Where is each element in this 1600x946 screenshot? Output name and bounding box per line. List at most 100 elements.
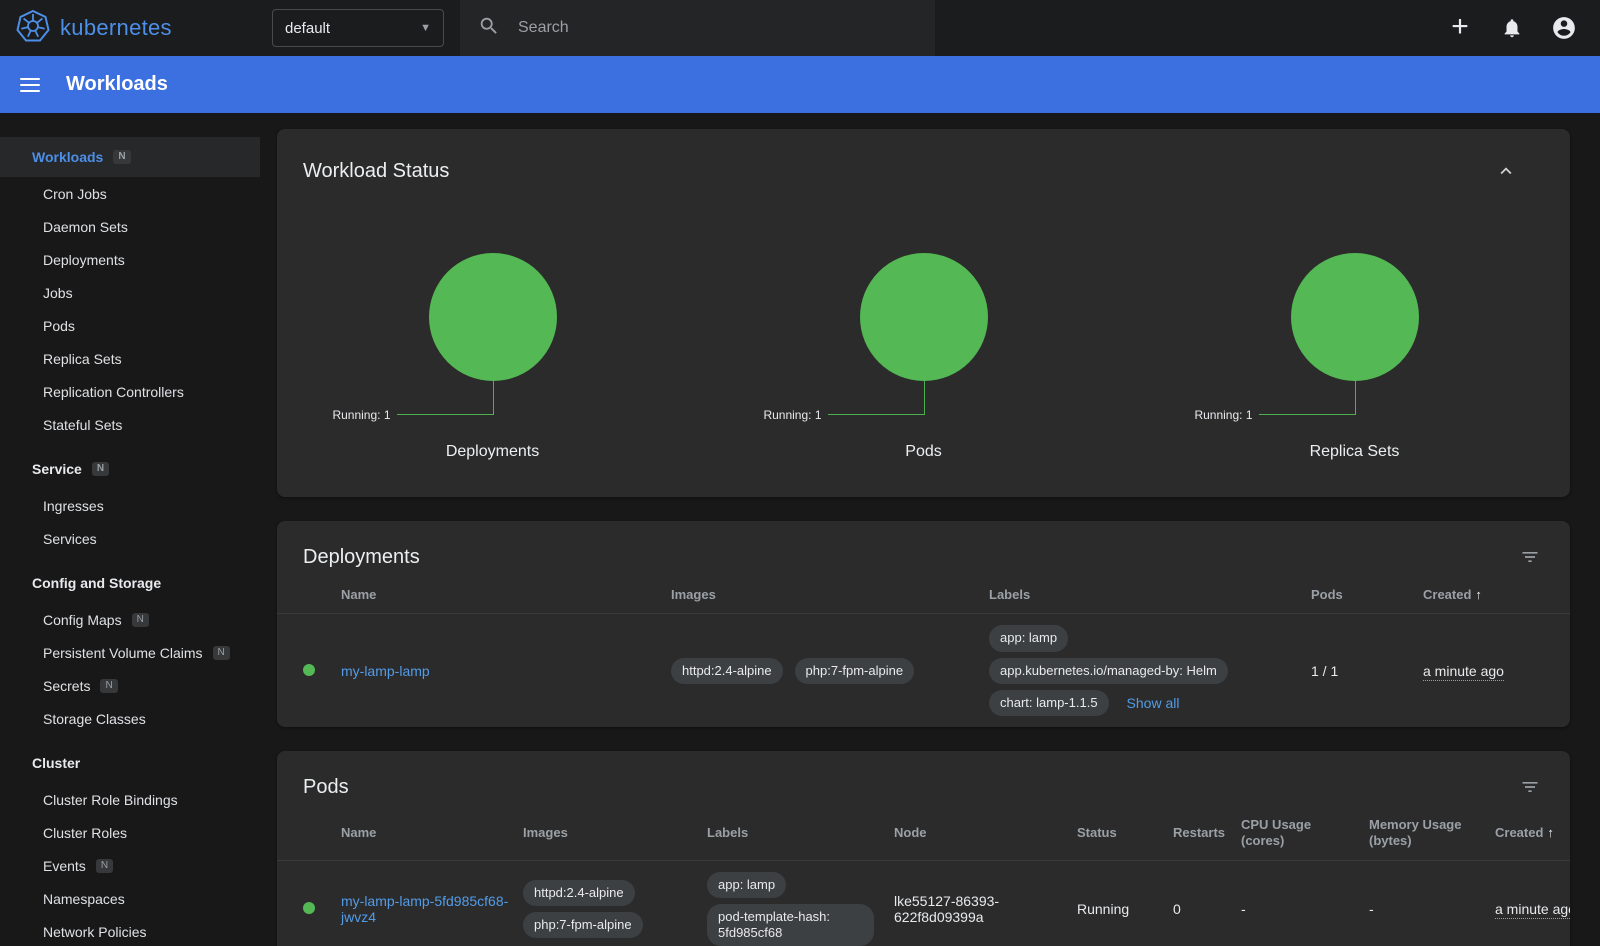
column-header-memory[interactable]: Memory Usage (bytes) — [1369, 817, 1495, 850]
filter-button[interactable] — [1510, 767, 1550, 807]
deployments-title: Deployments — [303, 546, 420, 569]
create-resource-button[interactable]: + — [1440, 8, 1480, 48]
column-header-node[interactable]: Node — [894, 825, 1077, 841]
chart-legend: Running: 1 — [763, 408, 821, 422]
running-pie-slice — [429, 253, 557, 381]
namespace-selected-value: default — [285, 20, 330, 37]
sidebar-item-namespaces[interactable]: Namespaces — [0, 882, 260, 915]
sidebar-item-deployments[interactable]: Deployments — [0, 243, 260, 276]
page-toolbar: Workloads — [0, 56, 1600, 113]
sidebar-item-cluster-role-bindings[interactable]: Cluster Role Bindings — [0, 783, 260, 816]
image-chip: php:7-fpm-alpine — [523, 912, 643, 938]
restarts-count: 0 — [1173, 901, 1241, 917]
column-header-name[interactable]: Name — [341, 587, 671, 603]
column-header-name[interactable]: Name — [341, 825, 523, 841]
legend-connector-line — [828, 414, 924, 415]
new-badge: N — [100, 679, 117, 693]
deployments-table-header: Name Images Labels Pods Created ↑ — [277, 587, 1570, 614]
images-cell: httpd:2.4-alpine php:7-fpm-alpine — [671, 655, 989, 687]
table-row: my-lamp-lamp-5fd985cf68-jwvz4 httpd:2.4-… — [277, 861, 1570, 946]
search-icon — [478, 15, 500, 42]
image-chip: httpd:2.4-alpine — [671, 658, 783, 684]
deployments-card: Deployments Name Images Labels Pods Crea… — [277, 521, 1570, 727]
column-header-images[interactable]: Images — [523, 825, 707, 841]
sidebar-nav: Workloads N Cron Jobs Daemon Sets Deploy… — [0, 113, 260, 946]
sidebar-item-replication-controllers[interactable]: Replication Controllers — [0, 375, 260, 408]
new-badge: N — [113, 150, 130, 164]
label-chip: app: lamp — [989, 625, 1068, 651]
sidebar-item-service[interactable]: Service N — [0, 449, 260, 489]
column-header-images[interactable]: Images — [671, 587, 989, 603]
user-account-button[interactable] — [1544, 8, 1584, 48]
sidebar-item-cron-jobs[interactable]: Cron Jobs — [0, 177, 260, 210]
images-cell: httpd:2.4-alpine php:7-fpm-alpine — [523, 877, 707, 942]
column-header-restarts[interactable]: Restarts — [1173, 825, 1241, 841]
pod-name-link[interactable]: my-lamp-lamp-5fd985cf68-jwvz4 — [341, 893, 508, 925]
namespace-selector[interactable]: default ▼ — [272, 9, 444, 47]
menu-button[interactable] — [20, 78, 40, 92]
chevron-down-icon: ▼ — [420, 22, 431, 34]
new-badge: N — [213, 646, 230, 660]
cpu-usage: - — [1241, 901, 1369, 917]
status-ok-icon — [303, 902, 315, 914]
sidebar-item-jobs[interactable]: Jobs — [0, 276, 260, 309]
column-header-pods[interactable]: Pods — [1311, 587, 1423, 603]
sidebar-item-workloads[interactable]: Workloads N — [0, 137, 260, 177]
plus-icon: + — [1451, 12, 1469, 42]
sidebar-item-persistent-volume-claims[interactable]: Persistent Volume Claims N — [0, 636, 260, 669]
created-timestamp: a minute ago — [1423, 663, 1504, 681]
sidebar-item-storage-classes[interactable]: Storage Classes — [0, 702, 260, 735]
sidebar-item-cluster[interactable]: Cluster — [0, 743, 260, 783]
chart-label: Deployments — [277, 443, 708, 461]
legend-connector-line — [493, 381, 494, 415]
sidebar-item-config-maps[interactable]: Config Maps N — [0, 603, 260, 636]
search-input[interactable] — [518, 19, 917, 37]
sidebar-item-network-policies[interactable]: Network Policies — [0, 915, 260, 946]
main-content: Workload Status Running: 1 Deployments — [260, 113, 1600, 946]
collapse-card-button[interactable] — [1486, 151, 1526, 191]
labels-cell: app: lamp app.kubernetes.io/managed-by: … — [989, 622, 1311, 719]
sidebar-item-stateful-sets[interactable]: Stateful Sets — [0, 408, 260, 441]
column-header-labels[interactable]: Labels — [989, 587, 1311, 603]
column-header-created[interactable]: Created ↑ — [1423, 587, 1570, 603]
new-badge: N — [92, 462, 109, 476]
header-actions: + — [1440, 8, 1600, 48]
sidebar-item-events[interactable]: Events N — [0, 849, 260, 882]
sidebar-item-ingresses[interactable]: Ingresses — [0, 489, 260, 522]
replica-sets-donut-chart: Running: 1 — [1139, 253, 1570, 427]
notifications-button[interactable] — [1492, 8, 1532, 48]
legend-connector-line — [924, 381, 925, 415]
chart-label: Pods — [708, 443, 1139, 461]
deployment-name-link[interactable]: my-lamp-lamp — [341, 663, 430, 679]
sidebar-item-config-and-storage[interactable]: Config and Storage — [0, 563, 260, 603]
sidebar-item-replica-sets[interactable]: Replica Sets — [0, 342, 260, 375]
sidebar-item-secrets[interactable]: Secrets N — [0, 669, 260, 702]
brand-title: kubernetes — [60, 15, 172, 41]
sort-ascending-icon: ↑ — [1475, 587, 1482, 603]
show-all-link[interactable]: Show all — [1127, 695, 1180, 711]
sidebar-item-pods[interactable]: Pods — [0, 309, 260, 342]
created-timestamp: a minute ago — [1495, 901, 1570, 919]
sidebar-item-daemon-sets[interactable]: Daemon Sets — [0, 210, 260, 243]
pod-status: Running — [1077, 901, 1173, 917]
sidebar-item-services[interactable]: Services — [0, 522, 260, 555]
chart-legend: Running: 1 — [1194, 408, 1252, 422]
kubernetes-brand-link[interactable]: kubernetes — [0, 9, 256, 48]
node-name: lke55127-86393-622f8d09399a — [894, 893, 1077, 925]
legend-connector-line — [397, 414, 493, 415]
pods-card: Pods Name Images Labels Node Status Rest… — [277, 751, 1570, 946]
workload-status-card: Workload Status Running: 1 Deployments — [277, 129, 1570, 497]
sidebar-item-cluster-roles[interactable]: Cluster Roles — [0, 816, 260, 849]
column-header-created[interactable]: Created ↑ — [1495, 825, 1570, 841]
app-header: kubernetes default ▼ + — [0, 0, 1600, 56]
column-header-labels[interactable]: Labels — [707, 825, 894, 841]
label-chip: pod-template-hash: 5fd985cf68 — [707, 904, 874, 946]
label-chip: app.kubernetes.io/managed-by: Helm — [989, 658, 1228, 684]
account-circle-icon — [1551, 15, 1577, 41]
workload-status-title: Workload Status — [303, 160, 449, 183]
filter-icon — [1520, 547, 1540, 567]
image-chip: php:7-fpm-alpine — [795, 658, 915, 684]
column-header-cpu[interactable]: CPU Usage (cores) — [1241, 817, 1369, 850]
column-header-status[interactable]: Status — [1077, 825, 1173, 841]
filter-button[interactable] — [1510, 537, 1550, 577]
